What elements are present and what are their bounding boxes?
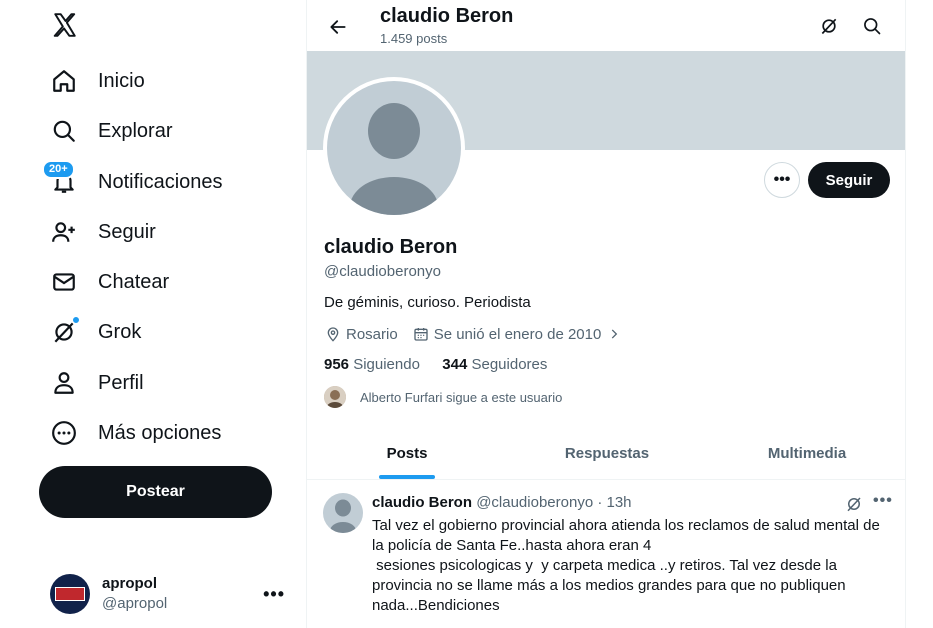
avatar	[324, 386, 346, 408]
grok-icon[interactable]	[812, 9, 846, 43]
mail-icon	[50, 268, 78, 296]
follow-icon	[50, 218, 78, 246]
profile-handle: @claudioberonyo	[324, 263, 441, 280]
profile-column: claudio Beron 1.459 posts ••• Seguir cla…	[306, 0, 906, 628]
tweet-header: claudio Beron @claudioberonyo · 13h	[372, 494, 632, 511]
more-horizontal-icon[interactable]: •••	[873, 492, 893, 510]
profile-tabs: Posts Respuestas Multimedia	[307, 427, 905, 480]
nav-label: Más opciones	[98, 421, 222, 444]
home-icon	[50, 67, 78, 95]
profile-location: Rosario	[346, 325, 398, 343]
x-logo-icon[interactable]	[50, 10, 80, 40]
default-avatar-icon	[327, 81, 461, 215]
tab-label: Multimedia	[767, 444, 847, 462]
account-name: apropol	[102, 575, 157, 592]
nav-item-explorar[interactable]: Explorar	[40, 109, 182, 153]
tab-label: Respuestas	[564, 444, 650, 462]
followers-link[interactable]: 344 Seguidores	[442, 356, 547, 373]
back-arrow-icon[interactable]	[321, 10, 355, 44]
followers-label: Seguidores	[471, 356, 548, 373]
nav-item-chatear[interactable]: Chatear	[40, 260, 179, 304]
more-options-button[interactable]: •••	[764, 162, 800, 198]
nav-label: Chatear	[98, 270, 170, 293]
followers-count: 344	[442, 356, 468, 373]
nav-item-perfil[interactable]: Perfil	[40, 361, 154, 405]
avatar-logo	[55, 587, 85, 601]
location-pin-icon	[324, 325, 342, 343]
notification-badge: 20+	[42, 160, 75, 179]
person-icon	[50, 369, 78, 397]
more-circle-icon	[50, 419, 78, 447]
following-label: Siguiendo	[353, 356, 420, 373]
calendar-icon	[412, 325, 430, 343]
tab-respuestas[interactable]: Respuestas	[507, 427, 707, 479]
tweet-author-handle[interactable]: @claudioberonyo	[476, 494, 593, 511]
follow-button[interactable]: Seguir	[808, 162, 890, 198]
nav-item-seguir[interactable]: Seguir	[40, 210, 166, 254]
avatar	[50, 574, 90, 614]
tweet[interactable]: claudio Beron @claudioberonyo · 13h ••• …	[307, 481, 905, 628]
tweet-text: Tal vez el gobierno provincial ahora ati…	[372, 517, 880, 614]
account-handle: @apropol	[102, 595, 168, 612]
nav-item-mas-opciones[interactable]: Más opciones	[40, 411, 231, 455]
grok-icon	[50, 316, 80, 346]
active-tab-indicator	[379, 475, 435, 479]
nav-item-inicio[interactable]: Inicio	[40, 59, 155, 103]
post-count: 1.459 posts	[380, 31, 448, 46]
grok-icon[interactable]	[844, 494, 864, 514]
chevron-right-icon[interactable]	[605, 325, 623, 343]
avatar[interactable]	[323, 493, 363, 533]
nav-item-notificaciones[interactable]: 20+ Notificaciones	[40, 160, 233, 204]
search-icon	[50, 117, 78, 145]
sidebar: Inicio Explorar 20+ Notificaciones Segui…	[0, 0, 306, 628]
profile-meta: Rosario Se unió el enero de 2010	[324, 325, 627, 343]
followed-by-text: Alberto Furfari sigue a este usuario	[360, 389, 563, 405]
profile-name: claudio Beron	[324, 236, 458, 258]
nav-label: Grok	[98, 320, 142, 343]
page-title: claudio Beron	[380, 5, 514, 27]
tweet-author-name[interactable]: claudio Beron	[372, 494, 472, 511]
profile-avatar[interactable]	[323, 77, 465, 219]
tab-posts[interactable]: Posts	[307, 427, 507, 479]
bell-icon: 20+	[42, 160, 78, 196]
more-horizontal-icon[interactable]: •••	[263, 584, 285, 605]
tweet-dot: ·	[597, 494, 603, 511]
nav-label: Perfil	[98, 371, 144, 394]
nav-label: Inicio	[98, 69, 145, 92]
nav-label: Notificaciones	[98, 170, 223, 193]
nav-item-grok[interactable]: Grok	[40, 310, 151, 354]
search-icon[interactable]	[855, 9, 889, 43]
profile-bio: De géminis, curioso. Periodista	[324, 294, 531, 311]
profile-header-bar: claudio Beron 1.459 posts	[307, 0, 905, 51]
nav-label: Seguir	[98, 220, 156, 243]
followed-by[interactable]: Alberto Furfari sigue a este usuario	[324, 386, 562, 408]
tweet-time[interactable]: 13h	[607, 494, 632, 511]
profile-stats: 956 Siguiendo 344 Seguidores	[324, 356, 547, 373]
following-link[interactable]: 956 Siguiendo	[324, 356, 420, 373]
post-button[interactable]: Postear	[39, 466, 272, 518]
grok-dot	[72, 316, 80, 324]
nav-label: Explorar	[98, 119, 173, 142]
tab-label: Posts	[386, 444, 428, 462]
account-switcher[interactable]: apropol @apropol •••	[40, 566, 295, 622]
profile-joined: Se unió el enero de 2010	[433, 325, 602, 343]
following-count: 956	[324, 356, 350, 373]
tab-multimedia[interactable]: Multimedia	[707, 427, 905, 479]
